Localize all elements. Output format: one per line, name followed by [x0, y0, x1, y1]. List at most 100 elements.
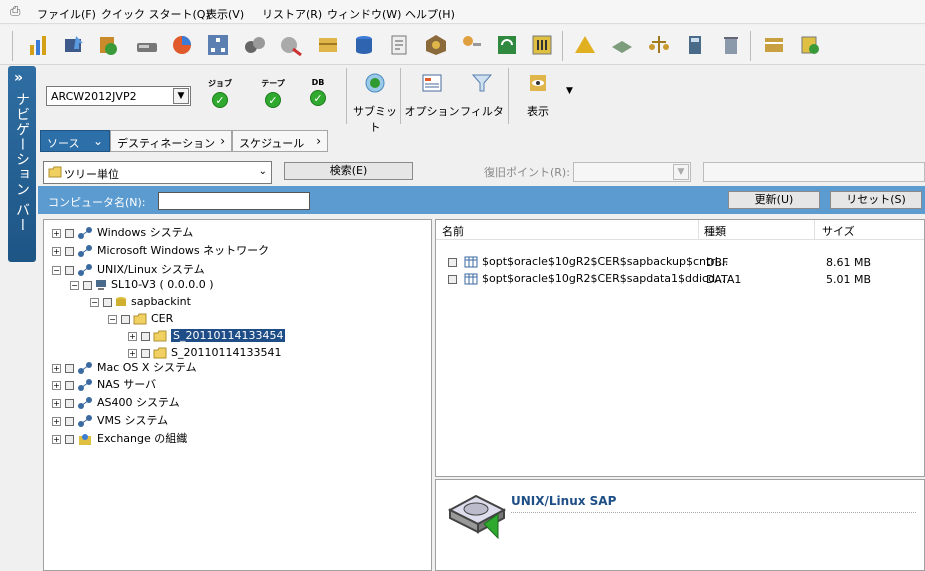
- expand-plus-icon[interactable]: +: [52, 228, 61, 238]
- menu-file[interactable]: ファイル(F): [37, 6, 96, 22]
- tree-item-cer[interactable]: − CER: [108, 312, 173, 328]
- tree-checkbox[interactable]: [65, 246, 74, 256]
- tree-item-mac[interactable]: + Mac OS X システム: [52, 359, 197, 375]
- column-type[interactable]: 種類: [704, 223, 726, 239]
- storage-icon[interactable]: [762, 33, 786, 57]
- expand-plus-icon[interactable]: +: [52, 246, 61, 256]
- tree-checkbox[interactable]: [141, 331, 150, 341]
- file-checkbox[interactable]: [448, 274, 457, 284]
- expand-plus-icon[interactable]: +: [52, 363, 61, 373]
- column-size[interactable]: サイズ: [822, 223, 855, 239]
- bar-chart-icon[interactable]: [27, 33, 51, 57]
- tree-checkbox[interactable]: [65, 380, 74, 390]
- restore-manager-icon[interactable]: [96, 33, 120, 57]
- tree-checkbox[interactable]: [65, 363, 74, 373]
- dedup-icon[interactable]: [798, 33, 822, 57]
- server-select[interactable]: ARCW2012JVP2 ▼: [46, 86, 191, 106]
- calculator-icon[interactable]: [683, 33, 707, 57]
- collapse-minus-icon[interactable]: −: [108, 314, 117, 324]
- tab-source[interactable]: ソース ⌄: [40, 130, 110, 152]
- dropdown-arrow-icon[interactable]: ▼: [673, 164, 689, 180]
- file-checkbox[interactable]: [448, 257, 457, 267]
- tab-destination[interactable]: デスティネーション ›: [110, 130, 232, 152]
- tree-label: Mac OS X システム: [97, 361, 197, 374]
- menu-restore[interactable]: リストア(R): [262, 6, 322, 22]
- list-item[interactable]: $opt$oracle$10gR2$CER$sapdata1$ddicd... …: [448, 272, 918, 288]
- config-icon[interactable]: [530, 33, 554, 57]
- sync-icon[interactable]: [495, 33, 519, 57]
- tree-checkbox[interactable]: [103, 297, 112, 307]
- tree-checkbox[interactable]: [65, 434, 74, 444]
- menu-quickstart[interactable]: クイック スタート(Q): [101, 6, 210, 22]
- search-button[interactable]: 検索(E): [284, 162, 413, 180]
- alert-icon[interactable]: [387, 33, 411, 57]
- diagnostic-icon[interactable]: [279, 33, 303, 57]
- backup-manager-icon[interactable]: [62, 33, 86, 57]
- collapse-minus-icon[interactable]: −: [70, 280, 79, 290]
- computer-name-label: コンピュータ名(N):: [48, 196, 146, 209]
- media-pool-icon[interactable]: [316, 33, 340, 57]
- column-divider[interactable]: [814, 220, 815, 240]
- column-divider[interactable]: [698, 220, 699, 240]
- device-manager-icon[interactable]: [135, 33, 159, 57]
- tree-checkbox[interactable]: [65, 265, 74, 275]
- tree-item-unix[interactable]: − UNIX/Linux システム: [52, 261, 205, 277]
- tree-item-as400[interactable]: + AS400 システム: [52, 394, 180, 410]
- submit-button[interactable]: サブミット: [352, 72, 398, 134]
- expand-plus-icon[interactable]: +: [52, 434, 61, 444]
- tree-checkbox[interactable]: [65, 398, 74, 408]
- tree-checkbox[interactable]: [121, 314, 130, 324]
- menu-help[interactable]: ヘルプ(H): [405, 6, 455, 22]
- tree-item-nas[interactable]: + NAS サーバ: [52, 376, 156, 392]
- tree-checkbox[interactable]: [141, 348, 150, 358]
- expand-chevron-icon[interactable]: »: [14, 70, 23, 86]
- tree-checkbox[interactable]: [83, 280, 92, 290]
- menu-view[interactable]: 表示(V): [206, 6, 244, 22]
- warning-icon[interactable]: [573, 33, 597, 57]
- tree-checkbox[interactable]: [65, 416, 74, 426]
- dropdown-arrow-icon[interactable]: ▼: [173, 88, 189, 104]
- user-profile-icon[interactable]: [459, 33, 483, 57]
- column-name[interactable]: 名前: [442, 223, 464, 239]
- navigation-bar[interactable]: » ナビゲーション バー: [8, 66, 36, 262]
- list-item[interactable]: $opt$oracle$10gR2$CER$sapbackup$cntrl...…: [448, 255, 918, 271]
- refresh-button[interactable]: 更新(U): [728, 191, 820, 209]
- reset-button[interactable]: リセット(S): [830, 191, 922, 209]
- expand-plus-icon[interactable]: +: [128, 331, 137, 341]
- trash-icon[interactable]: [719, 33, 743, 57]
- filter-button[interactable]: フィルタ: [460, 72, 504, 124]
- computer-name-input[interactable]: [158, 192, 310, 210]
- tree-item-vms[interactable]: + VMS システム: [52, 412, 168, 428]
- tree-item-windows[interactable]: + Windows システム: [52, 224, 193, 240]
- options-button[interactable]: オプション: [404, 72, 460, 124]
- tree-item-sapbackint[interactable]: − sapbackint: [90, 295, 191, 311]
- report-icon[interactable]: [170, 33, 194, 57]
- expand-plus-icon[interactable]: +: [128, 348, 137, 358]
- tape-tools-icon[interactable]: [243, 33, 267, 57]
- restore-point-field[interactable]: [703, 162, 925, 182]
- tree-item-session-1[interactable]: + S_20110114133454: [128, 329, 286, 345]
- ok-check-icon: ✓: [310, 90, 326, 106]
- tab-schedule[interactable]: スケジュール ›: [232, 130, 328, 152]
- expand-plus-icon[interactable]: +: [52, 398, 61, 408]
- tree-item-ms-network[interactable]: + Microsoft Windows ネットワーク: [52, 242, 269, 258]
- restore-point-select[interactable]: ▼: [573, 162, 691, 182]
- view-dropdown-icon[interactable]: ▼: [566, 86, 573, 96]
- expand-plus-icon[interactable]: +: [52, 416, 61, 426]
- database-icon[interactable]: [352, 33, 376, 57]
- view-button[interactable]: 表示: [518, 72, 558, 124]
- view-mode-select[interactable]: ツリー単位 ⌄: [43, 161, 272, 184]
- view-mode-value: ツリー単位: [64, 168, 119, 181]
- license-icon[interactable]: [647, 33, 671, 57]
- job-status-icon[interactable]: [424, 33, 448, 57]
- network-diagram-icon[interactable]: [206, 33, 230, 57]
- tree-item-exchange[interactable]: + Exchange の組織: [52, 430, 187, 446]
- tree-item-server[interactable]: − SL10-V3 ( 0.0.0.0 ): [70, 278, 214, 294]
- tree-checkbox[interactable]: [65, 228, 74, 238]
- expand-plus-icon[interactable]: +: [52, 380, 61, 390]
- disk-icon[interactable]: [610, 33, 634, 57]
- collapse-minus-icon[interactable]: −: [52, 265, 61, 275]
- menu-window[interactable]: ウィンドウ(W): [327, 6, 401, 22]
- collapse-minus-icon[interactable]: −: [90, 297, 99, 307]
- network-node-icon: [78, 397, 92, 409]
